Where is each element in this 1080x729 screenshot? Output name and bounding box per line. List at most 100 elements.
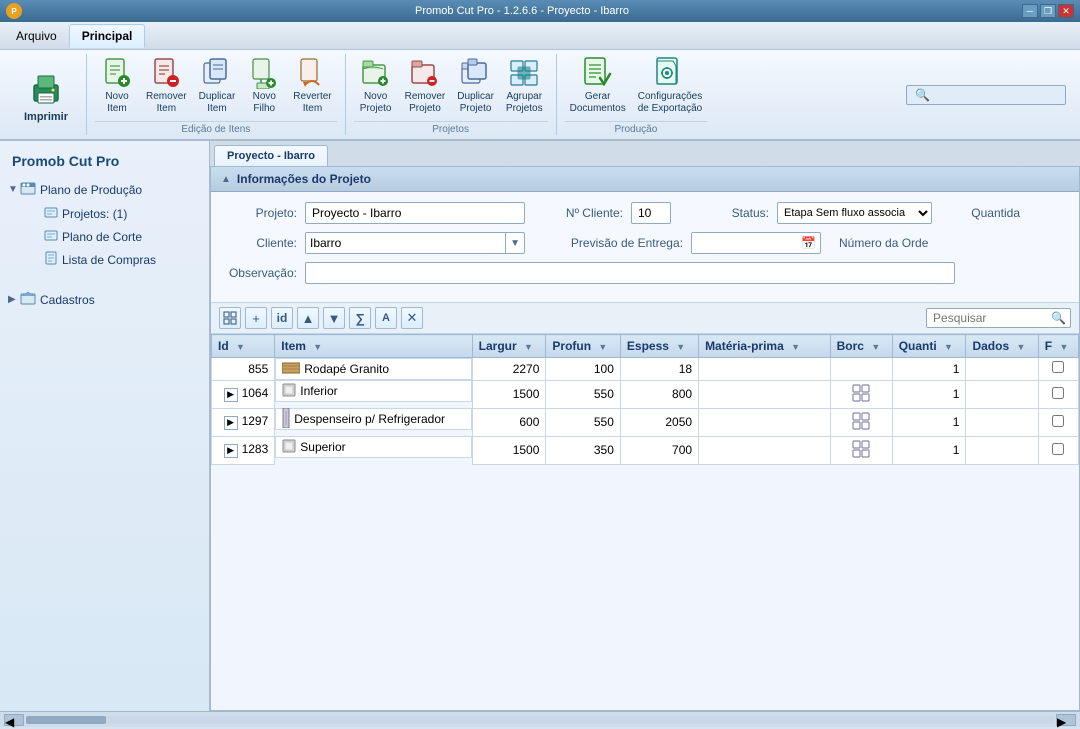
agrupar-projetos-button[interactable]: AgruparProjetos xyxy=(501,54,548,118)
sidebar-item-lista-compras[interactable]: ▶ Lista de Compras xyxy=(28,248,205,271)
previsao-date-input[interactable] xyxy=(692,233,797,253)
data-table: Id ▼ Item ▼ Largur ▼ xyxy=(211,334,1079,465)
duplicar-item-button[interactable]: DuplicarItem xyxy=(194,54,241,118)
expand-btn[interactable]: ▶ xyxy=(224,388,238,402)
f-checkbox[interactable] xyxy=(1052,443,1064,455)
edit-row-btn[interactable]: id xyxy=(271,307,293,329)
cliente-dropdown-btn[interactable]: ▼ xyxy=(505,233,524,253)
cell-borda xyxy=(830,380,892,408)
cell-borda xyxy=(830,358,892,381)
item-name: Rodapé Granito xyxy=(304,362,389,376)
no-cliente-input[interactable] xyxy=(631,202,671,224)
print-icon xyxy=(25,69,67,111)
sidebar-item-projetos[interactable]: ▶ Projetos: (1) xyxy=(28,202,205,225)
sidebar-item-plano-corte[interactable]: ▶ Plano de Corte xyxy=(28,225,205,248)
f-checkbox[interactable] xyxy=(1052,361,1064,373)
col-header-item: Item ▼ xyxy=(275,335,472,358)
col-header-id: Id ▼ xyxy=(212,335,275,358)
configuracoes-exportacao-button[interactable]: Configuraçõesde Exportação xyxy=(633,54,708,118)
filter-item-icon[interactable]: ▼ xyxy=(313,342,322,352)
projetos-icon xyxy=(44,205,58,222)
search-button[interactable]: 🔍 xyxy=(1047,309,1070,327)
grid-view-btn[interactable] xyxy=(219,307,241,329)
filter-borda-icon[interactable]: ▼ xyxy=(871,342,880,352)
move-down-btn[interactable]: ▼ xyxy=(323,307,345,329)
cell-item: Rodapé Granito xyxy=(275,358,471,380)
filter-f-icon[interactable]: ▼ xyxy=(1059,342,1068,352)
move-up-btn[interactable]: ▲ xyxy=(297,307,319,329)
horizontal-scrollbar-thumb[interactable] xyxy=(26,716,106,724)
expand-btn[interactable]: ▶ xyxy=(224,444,238,458)
f-checkbox[interactable] xyxy=(1052,415,1064,427)
cell-largura: 2270 xyxy=(472,358,546,381)
bottom-scrollbar[interactable]: ◀ ▶ xyxy=(0,711,1080,727)
cell-dados xyxy=(966,380,1038,408)
projetos-label: Projetos: (1) xyxy=(62,207,127,221)
cadastros-label: Cadastros xyxy=(40,293,95,307)
cell-largura: 600 xyxy=(472,408,546,436)
calendar-icon[interactable]: 📅 xyxy=(797,236,820,250)
status-select[interactable]: Etapa Sem fluxo associa xyxy=(778,204,931,222)
tree-arrow-cadastros: ▶ xyxy=(8,294,20,305)
ribbon-search-area[interactable]: 🔍 xyxy=(906,85,1066,105)
filter-quantidade-icon[interactable]: ▼ xyxy=(944,342,953,352)
filter2-btn[interactable]: A xyxy=(375,307,397,329)
filter-profundidade-icon[interactable]: ▼ xyxy=(598,342,607,352)
filter-id-icon[interactable]: ▼ xyxy=(236,342,245,352)
section-header-informacoes[interactable]: ▲ Informações do Projeto xyxy=(211,167,1079,192)
cell-materia-prima xyxy=(699,380,831,408)
cell-borda xyxy=(830,408,892,436)
scroll-right-btn[interactable]: ▶ xyxy=(1056,714,1076,726)
close-button[interactable]: ✕ xyxy=(1058,4,1074,18)
tree-arrow-plano: ▼ xyxy=(8,184,20,195)
col-header-f: F ▼ xyxy=(1038,335,1078,358)
gerar-documentos-label: GerarDocumentos xyxy=(570,91,626,115)
cliente-input[interactable] xyxy=(306,233,505,253)
filter-espessura-icon[interactable]: ▼ xyxy=(676,342,685,352)
app-logo: P xyxy=(6,3,22,19)
sidebar-item-cadastros[interactable]: ▶ Cadastros xyxy=(4,287,205,312)
horizontal-scrollbar-track[interactable] xyxy=(26,716,1054,724)
restore-button[interactable]: ❐ xyxy=(1040,4,1056,18)
content-tab-proyecto[interactable]: Proyecto - Ibarro xyxy=(214,145,328,166)
novo-item-button[interactable]: NovoItem xyxy=(95,54,139,118)
remover-projeto-button[interactable]: RemoverProjeto xyxy=(400,54,451,118)
filter-materia-icon[interactable]: ▼ xyxy=(791,342,800,352)
scroll-left-btn[interactable]: ◀ xyxy=(4,714,24,726)
novo-filho-icon xyxy=(248,57,280,89)
imprimir-button[interactable]: Imprimir xyxy=(16,65,76,127)
status-label: Status: xyxy=(699,206,769,220)
filter1-btn[interactable]: ∑ xyxy=(349,307,371,329)
menu-arquivo[interactable]: Arquivo xyxy=(4,25,69,47)
producao-label: Produção xyxy=(565,121,708,135)
add-row-btn[interactable]: + xyxy=(245,307,267,329)
clear-btn[interactable]: ✕ xyxy=(401,307,423,329)
reverter-item-button[interactable]: ReverterItem xyxy=(288,54,336,118)
menu-principal[interactable]: Principal xyxy=(69,24,146,48)
col-header-borda: Borc ▼ xyxy=(830,335,892,358)
minimize-button[interactable]: ─ xyxy=(1022,4,1038,18)
expand-btn[interactable]: ▶ xyxy=(224,416,238,430)
cell-quantidade: 1 xyxy=(892,408,966,436)
f-checkbox[interactable] xyxy=(1052,387,1064,399)
projeto-input[interactable] xyxy=(305,202,525,224)
plano-corte-label: Plano de Corte xyxy=(62,230,142,244)
filter-dados-icon[interactable]: ▼ xyxy=(1016,342,1025,352)
cell-profundidade: 550 xyxy=(546,380,620,408)
previsao-label: Previsão de Entrega: xyxy=(553,236,683,250)
form-row-projeto: Projeto: Nº Cliente: Status: Etapa Sem f… xyxy=(227,202,1063,224)
remover-item-button[interactable]: RemoverItem xyxy=(141,54,192,118)
duplicar-item-icon xyxy=(201,57,233,89)
novo-projeto-button[interactable]: NovoProjeto xyxy=(354,54,398,118)
duplicar-projeto-button[interactable]: DuplicarProjeto xyxy=(452,54,499,118)
filter-largura-icon[interactable]: ▼ xyxy=(524,342,533,352)
sidebar-item-plano-producao[interactable]: ▼ Plano de Produção xyxy=(4,177,205,202)
imprimir-label: Imprimir xyxy=(24,111,68,123)
numero-ordem-label: Número da Orde xyxy=(839,236,928,250)
plano-corte-icon xyxy=(44,228,58,245)
gerar-documentos-button[interactable]: GerarDocumentos xyxy=(565,54,631,118)
novo-filho-button[interactable]: NovoFilho xyxy=(242,54,286,118)
observacao-input[interactable] xyxy=(305,262,955,284)
search-input[interactable] xyxy=(927,309,1047,327)
cell-quantidade: 1 xyxy=(892,358,966,381)
